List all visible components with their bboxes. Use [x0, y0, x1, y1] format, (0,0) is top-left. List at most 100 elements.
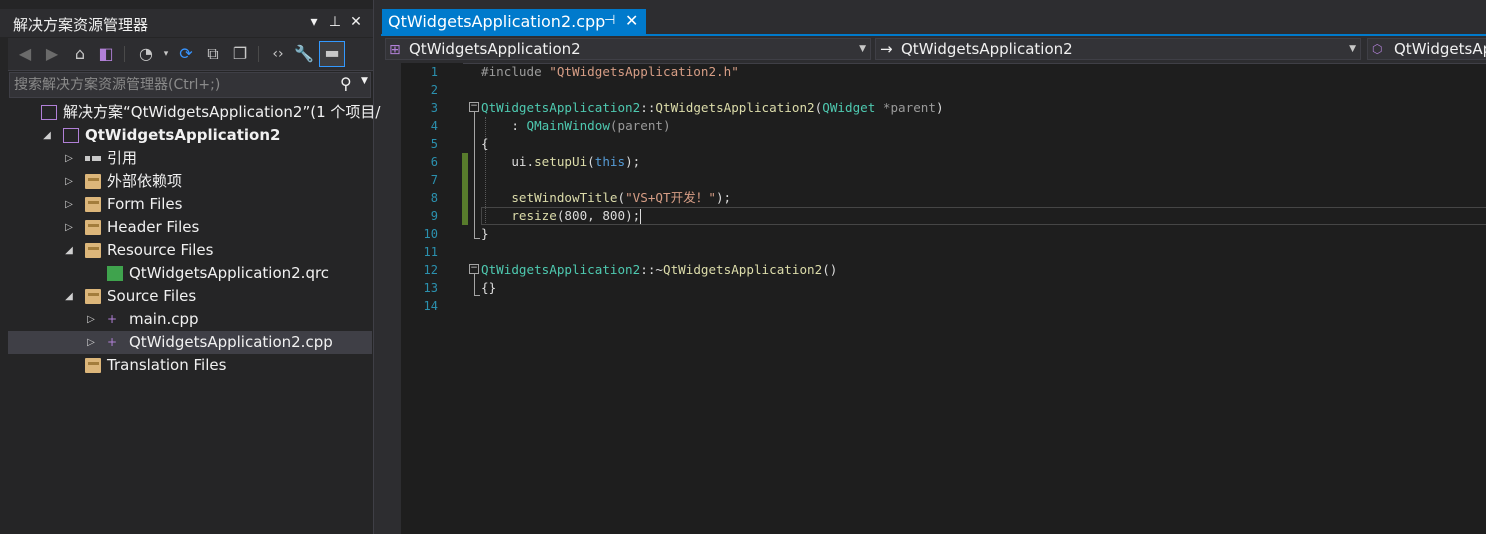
- tree-item[interactable]: ▷ 引用: [8, 147, 372, 170]
- expand-arrow-icon[interactable]: ▷: [85, 308, 97, 331]
- code-line-4[interactable]: : QMainWindow(parent): [481, 117, 670, 135]
- vs-solution-icon[interactable]: ◧: [94, 43, 118, 65]
- scope-dropdown[interactable]: → QtWidgetsApplication2 ▼: [875, 38, 1361, 60]
- line-number: 1: [430, 65, 438, 79]
- code-line-12[interactable]: QtWidgetsApplication2::~QtWidgetsApplica…: [481, 261, 837, 279]
- external-deps-icon: [85, 174, 101, 189]
- search-input[interactable]: [14, 75, 324, 95]
- tree-item[interactable]: ▷ Header Files: [8, 216, 372, 239]
- tree-item-label: 外部依赖项: [107, 172, 183, 190]
- collapse-arrow-icon[interactable]: ◢: [63, 285, 75, 308]
- expand-arrow-icon[interactable]: ▷: [63, 170, 75, 193]
- expand-arrow-icon[interactable]: ▷: [85, 331, 97, 354]
- pin-icon[interactable]: ⊣: [604, 13, 615, 28]
- home-icon[interactable]: ⌂: [68, 43, 92, 65]
- line-number: 9: [430, 209, 438, 223]
- collapse-all-icon[interactable]: ⧉: [201, 43, 225, 65]
- tree-item[interactable]: ▷ + QtWidgetsApplication2.cpp: [8, 331, 372, 354]
- code-view-icon[interactable]: ‹›: [266, 43, 290, 65]
- cpp-file-icon: +: [107, 312, 118, 326]
- collapse-region-icon[interactable]: −: [469, 102, 479, 112]
- solution-icon: [41, 105, 57, 120]
- line-number: 12: [423, 263, 438, 277]
- tree-item-label: Resource Files: [107, 241, 214, 259]
- code-line-9[interactable]: resize(800, 800);: [481, 207, 642, 225]
- tree-item[interactable]: Translation Files: [8, 354, 372, 377]
- line-number: 6: [430, 155, 438, 169]
- tree-item[interactable]: ◢ QtWidgetsApplication2: [8, 124, 372, 147]
- solution-explorer-search: ⚲ ▼: [9, 72, 371, 98]
- tree-item-label: main.cpp: [129, 310, 199, 328]
- chevron-down-icon[interactable]: ▾: [305, 12, 323, 32]
- pin-icon[interactable]: ⊥: [326, 12, 344, 32]
- refresh-icon[interactable]: ⟳: [174, 43, 198, 65]
- tree-item-label: QtWidgetsApplication2.qrc: [129, 264, 330, 282]
- project-dropdown-value: QtWidgetsApplication2: [409, 40, 581, 58]
- member-dropdown[interactable]: ⬡ QtWidgetsAp: [1367, 38, 1486, 60]
- outline-end: [474, 238, 480, 239]
- project-dropdown[interactable]: ⊞ QtWidgetsApplication2 ▼: [385, 38, 871, 60]
- collapse-arrow-icon[interactable]: ◢: [63, 239, 75, 262]
- tab-label: QtWidgetsApplication2.cpp: [388, 12, 606, 31]
- collapse-region-icon[interactable]: −: [469, 264, 479, 274]
- tree-item[interactable]: ▷ 外部依赖项: [8, 170, 372, 193]
- line-number: 14: [423, 299, 438, 313]
- tree-item-label: Form Files: [107, 195, 183, 213]
- tree-item-label: QtWidgetsApplication2: [85, 126, 281, 144]
- code-line-13[interactable]: {}: [481, 279, 496, 297]
- properties-wrench-icon[interactable]: 🔧: [292, 43, 316, 65]
- code-line-8[interactable]: setWindowTitle("VS+QT开发！");: [481, 189, 731, 207]
- close-icon[interactable]: ✕: [347, 12, 365, 32]
- cube-icon: ⬡: [1372, 42, 1383, 56]
- collapse-arrow-icon[interactable]: ◢: [41, 124, 53, 147]
- solution-explorer-title-bar: 解决方案资源管理器 ▾ ⊥ ✕: [0, 9, 373, 37]
- qrc-file-icon: [107, 266, 123, 281]
- search-icon[interactable]: ⚲: [340, 74, 352, 93]
- expand-arrow-icon[interactable]: ▷: [63, 147, 75, 170]
- tree-item[interactable]: ◢ Resource Files: [8, 239, 372, 262]
- outline-end: [474, 295, 480, 296]
- tree-item-label: QtWidgetsApplication2.cpp: [129, 333, 333, 351]
- forward-arrow-icon[interactable]: ▶: [40, 43, 64, 65]
- code-line-5[interactable]: {: [481, 135, 489, 153]
- copy-icon[interactable]: ❐: [228, 43, 252, 65]
- code-line-6[interactable]: ui.setupUi(this);: [481, 153, 640, 171]
- code-line-10[interactable]: }: [481, 225, 489, 243]
- qt-project-icon: ⊞: [389, 42, 401, 58]
- filter-folder-icon: [85, 197, 101, 212]
- navigation-bar: ⊞ QtWidgetsApplication2 ▼ → QtWidgetsApp…: [381, 36, 1486, 64]
- tree-item[interactable]: ▷ + main.cpp: [8, 308, 372, 331]
- tree-item[interactable]: QtWidgetsApplication2.qrc: [8, 262, 372, 285]
- qt-project-icon: [63, 128, 79, 143]
- filter-folder-icon: [85, 358, 101, 373]
- tree-item-label: 引用: [107, 149, 138, 167]
- back-arrow-icon[interactable]: ◀: [13, 43, 37, 65]
- line-number: 7: [430, 173, 438, 187]
- expand-arrow-icon[interactable]: ▷: [63, 216, 75, 239]
- cpp-file-icon: +: [107, 335, 118, 349]
- arrow-right-icon: →: [880, 40, 893, 58]
- line-number: 10: [423, 227, 438, 241]
- text-caret: [640, 209, 642, 224]
- filter-folder-icon: [85, 220, 101, 235]
- close-icon[interactable]: ✕: [625, 11, 638, 30]
- code-line-3[interactable]: QtWidgetsApplication2::QtWidgetsApplicat…: [481, 99, 944, 117]
- tab-qtwidgetsapplication2-cpp[interactable]: QtWidgetsApplication2.cpp ⊣ ✕: [382, 9, 646, 36]
- tree-item-label: Source Files: [107, 287, 197, 305]
- solution-explorer-panel: 解决方案资源管理器 ▾ ⊥ ✕ ◀ ▶ ⌂ ◧ ◔ ▾ ⟳ ⧉ ❐ ‹› 🔧 ▬…: [0, 0, 395, 534]
- line-number: 3: [430, 101, 438, 115]
- chevron-down-icon: ▼: [859, 44, 866, 54]
- tree-item[interactable]: 解决方案“QtWidgetsApplication2”(1 个项目/共: [8, 101, 395, 124]
- outline-line: [474, 112, 475, 239]
- preview-pane-icon[interactable]: ▬: [319, 41, 345, 67]
- chevron-down-icon[interactable]: ▼: [361, 76, 368, 86]
- changed-lines-marker: [462, 153, 468, 225]
- toolbar-separator: [258, 46, 259, 62]
- tree-item[interactable]: ◢ Source Files: [8, 285, 372, 308]
- code-line-1[interactable]: #include "QtWidgetsApplication2.h": [481, 63, 739, 81]
- filter-folder-icon: [85, 289, 101, 304]
- scope-dropdown-value: QtWidgetsApplication2: [901, 40, 1073, 58]
- expand-arrow-icon[interactable]: ▷: [63, 193, 75, 216]
- tree-item[interactable]: ▷ Form Files: [8, 193, 372, 216]
- tree-item-label: 解决方案“QtWidgetsApplication2”(1 个项目/共: [63, 103, 396, 121]
